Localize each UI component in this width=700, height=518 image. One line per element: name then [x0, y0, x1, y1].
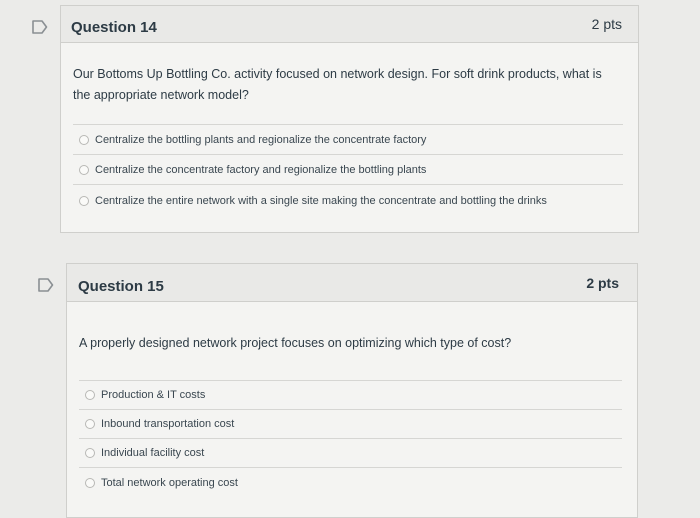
- flag-question-icon[interactable]: [38, 278, 54, 292]
- flag-question-icon[interactable]: [32, 20, 48, 34]
- answer-label: Individual facility cost: [101, 447, 205, 459]
- question-card-14: Question 14 2 pts Our Bottoms Up Bottlin…: [60, 5, 639, 233]
- question-card-15: Question 15 2 pts A properly designed ne…: [66, 263, 638, 518]
- answer-option[interactable]: Centralize the concentrate factory and r…: [73, 156, 623, 185]
- answer-option[interactable]: Production & IT costs: [79, 381, 622, 410]
- answer-option[interactable]: Inbound transportation cost: [79, 410, 622, 439]
- radio-button-icon[interactable]: [79, 195, 89, 206]
- answer-label: Centralize the bottling plants and regio…: [95, 134, 427, 146]
- question-text: A properly designed network project focu…: [79, 336, 512, 350]
- question-title: Question 15: [78, 278, 164, 295]
- answer-divider: [73, 124, 623, 125]
- question-header: Question 15 2 pts: [67, 264, 637, 302]
- radio-button-icon[interactable]: [85, 419, 95, 429]
- answer-option[interactable]: Individual facility cost: [79, 439, 622, 468]
- answer-label: Centralize the entire network with a sin…: [95, 194, 547, 207]
- answer-label: Production & IT costs: [101, 389, 206, 401]
- answer-label: Centralize the concentrate factory and r…: [95, 164, 427, 176]
- question-header: Question 14 2 pts: [61, 6, 638, 43]
- question-points: 2 pts: [591, 16, 622, 32]
- answer-option[interactable]: Centralize the entire network with a sin…: [73, 186, 623, 215]
- radio-button-icon[interactable]: [85, 390, 95, 400]
- answer-label: Inbound transportation cost: [101, 418, 235, 430]
- answer-label: Total network operating cost: [101, 476, 238, 489]
- radio-button-icon[interactable]: [79, 165, 89, 175]
- question-text: Our Bottoms Up Bottling Co. activity foc…: [73, 67, 602, 102]
- radio-button-icon[interactable]: [79, 135, 89, 145]
- answer-option[interactable]: Total network operating cost: [79, 468, 622, 497]
- answer-option[interactable]: Centralize the bottling plants and regio…: [73, 126, 623, 155]
- question-points: 2 pts: [586, 275, 619, 291]
- question-title: Question 14: [71, 19, 157, 36]
- radio-button-icon[interactable]: [85, 448, 95, 458]
- radio-button-icon[interactable]: [85, 477, 95, 488]
